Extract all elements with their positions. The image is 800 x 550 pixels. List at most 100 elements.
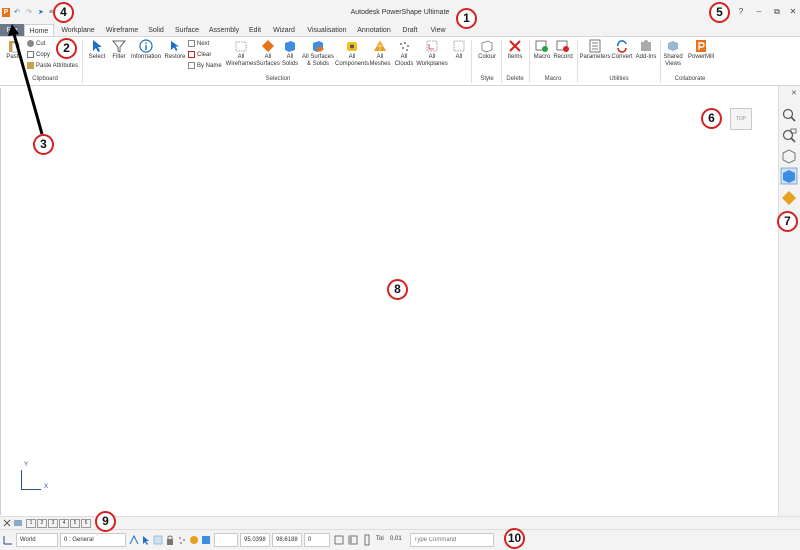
page-tab-4[interactable]: 4 — [59, 519, 69, 528]
page-tab-3[interactable]: 3 — [48, 519, 58, 528]
intelligent-cursor-icon[interactable] — [141, 534, 151, 546]
paste-attributes-icon — [27, 62, 34, 69]
colour-button[interactable]: Colour — [474, 39, 500, 77]
close-button[interactable]: ✕ — [786, 6, 800, 18]
shared-views-icon — [668, 41, 678, 51]
strip-close-icon[interactable] — [3, 519, 11, 527]
graphics-viewport[interactable] — [0, 88, 778, 515]
workplane-select[interactable]: World — [16, 533, 58, 547]
grid-icon[interactable] — [153, 534, 163, 546]
select-all-button[interactable]: All — [450, 39, 468, 77]
page-tab-2[interactable]: 2 — [37, 519, 47, 528]
group-divider — [471, 40, 472, 83]
shared-views-line2: Views — [665, 61, 681, 67]
minimize-button[interactable]: – — [752, 6, 766, 18]
select-all-solids-button[interactable]: All Solids — [280, 39, 300, 77]
workplane-axis-icon[interactable] — [2, 534, 14, 546]
tolerance-label: Tol — [376, 536, 384, 542]
render-mode-icon[interactable] — [780, 189, 798, 207]
view-toolbar-close-icon[interactable]: ✕ — [791, 89, 797, 97]
add-ins-button[interactable]: Add-Ins — [634, 39, 658, 77]
parameters-button[interactable]: Parameters — [579, 39, 611, 77]
next-button[interactable]: Next — [188, 40, 209, 49]
view-cube[interactable]: TOP — [730, 108, 752, 130]
zoom-box-icon[interactable] — [780, 127, 798, 145]
select-all-workplanes-button[interactable]: All Workplanes — [414, 39, 450, 77]
restore-selection-button[interactable]: Restore — [163, 39, 187, 77]
layer-icon[interactable] — [201, 534, 211, 546]
workplane-value: World — [20, 537, 36, 543]
select-all-meshes-button[interactable]: All Meshes — [368, 39, 392, 77]
coordinate-y-value: 98.6188 — [276, 537, 298, 543]
restore-button[interactable]: ⧉ — [770, 6, 784, 18]
powermill-button[interactable]: PowerMill — [686, 39, 716, 77]
paste-button[interactable]: Paste — [3, 39, 25, 77]
all-components-line1: All — [348, 54, 356, 60]
select-all-surfaces-button[interactable]: All Surfaces — [256, 39, 280, 77]
select-button[interactable]: Select — [86, 39, 108, 77]
clear-icon — [188, 51, 195, 58]
view-direction-icon[interactable] — [780, 147, 798, 165]
page-tab-6[interactable]: 6 — [81, 519, 91, 528]
all-workplanes-line1: All — [428, 54, 436, 60]
callout-2: 2 — [56, 38, 77, 59]
information-icon — [139, 39, 153, 53]
all-surfaces-solids-line1: All Surfaces — [301, 54, 334, 60]
record-button[interactable]: Record — [552, 39, 574, 77]
axis-y-label: Y — [24, 462, 29, 468]
cut-label: Cut — [36, 41, 46, 48]
snap-icon[interactable] — [129, 534, 139, 546]
delete-items-button[interactable]: Items — [503, 39, 527, 77]
clear-button[interactable]: Clear — [188, 51, 211, 60]
macro-button[interactable]: Macro — [531, 39, 553, 77]
point-cloud-status-icon[interactable] — [177, 534, 187, 546]
new-model-icon[interactable] — [13, 519, 23, 527]
command-input[interactable] — [410, 533, 494, 547]
tolerance-value[interactable]: 0.01 — [390, 536, 402, 542]
panel-toggle-icon[interactable] — [348, 534, 358, 546]
select-all-components-button[interactable]: All Components — [334, 39, 370, 77]
cut-button[interactable]: Cut — [27, 40, 45, 49]
zoom-fit-icon[interactable] — [780, 106, 798, 124]
copy-button[interactable]: Copy — [27, 51, 50, 60]
macro-label: Macro — [533, 54, 551, 60]
information-label: Information — [130, 54, 161, 60]
page-tab-5[interactable]: 5 — [70, 519, 80, 528]
page-tab-1[interactable]: 1 — [26, 519, 36, 528]
wireframe-icon — [235, 41, 247, 52]
select-all-surfaces-solids-button[interactable]: All Surfaces & Solids — [300, 39, 336, 77]
shared-views-button[interactable]: Shared Views — [662, 39, 684, 77]
record-label: Record — [553, 54, 573, 60]
information-button[interactable]: Information — [130, 39, 162, 77]
window-title: Autodesk PowerShape Ultimate — [350, 9, 450, 16]
level-select[interactable]: 0 : General — [60, 533, 126, 547]
axis-x-label: X — [44, 484, 49, 490]
material-icon[interactable] — [189, 534, 199, 546]
filter-icon — [112, 40, 126, 53]
puzzle-icon — [641, 40, 651, 51]
help-icon[interactable]: ? — [734, 6, 748, 18]
paste-label: Paste — [6, 54, 22, 60]
by-name-button[interactable]: By Name — [188, 62, 222, 71]
status-blank-field — [214, 533, 238, 547]
next-label: Next — [197, 41, 210, 48]
by-name-icon — [188, 62, 195, 69]
convert-button[interactable]: Convert — [610, 39, 634, 77]
restore-label: Restore — [164, 54, 186, 60]
lock-icon[interactable] — [165, 534, 175, 546]
select-all-clouds-button[interactable]: All Clouds — [392, 39, 416, 77]
shading-mode-icon[interactable] — [780, 167, 798, 185]
surfaces-solids-icon — [313, 41, 324, 52]
dialog-toggle-icon[interactable] — [334, 534, 344, 546]
group-divider — [660, 40, 661, 83]
clear-label: Clear — [197, 52, 212, 59]
filter-button[interactable]: Filter — [108, 39, 130, 77]
all-solids-line2: Solids — [281, 61, 299, 67]
callout-7: 7 — [777, 211, 798, 232]
all-wireframes-line2: Wireframes — [225, 61, 257, 67]
callout-6: 6 — [701, 108, 722, 129]
paste-attributes-button[interactable]: Paste Attributes — [27, 62, 78, 71]
select-all-wireframes-button[interactable]: All Wireframes — [224, 39, 258, 77]
group-divider — [82, 40, 83, 83]
ruler-icon[interactable] — [362, 534, 372, 546]
